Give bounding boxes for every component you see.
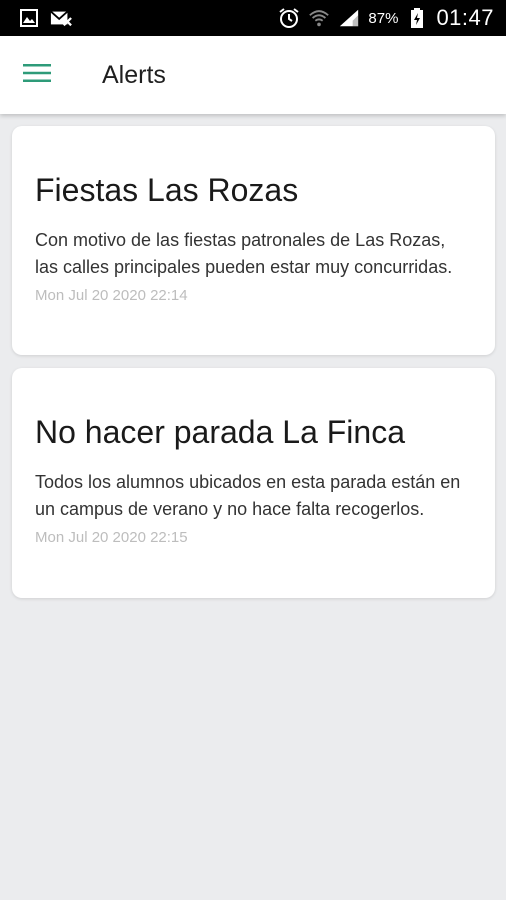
alert-body: Todos los alumnos ubicados en esta parad… <box>35 472 461 519</box>
alert-date: Mon Jul 20 2020 22:15 <box>35 529 188 546</box>
status-bar: 87% 01:47 <box>0 0 506 36</box>
mail-x-icon <box>50 7 72 29</box>
status-bar-right: 87% 01:47 <box>278 5 494 31</box>
alert-body: Con motivo de las fiestas patronales de … <box>35 230 453 277</box>
hamburger-menu-icon <box>23 63 51 88</box>
alert-card[interactable]: No hacer parada La Finca Todos los alumn… <box>12 368 495 598</box>
battery-percent: 87% <box>368 9 399 27</box>
gallery-icon <box>18 7 40 29</box>
alert-title: No hacer parada La Finca <box>35 414 405 450</box>
wifi-icon <box>308 7 330 29</box>
alert-date: Mon Jul 20 2020 22:14 <box>35 287 188 304</box>
app-bar: Alerts <box>0 36 506 114</box>
alert-title: Fiestas Las Rozas <box>35 172 299 208</box>
hamburger-menu-button[interactable] <box>0 36 74 114</box>
alert-card[interactable]: Fiestas Las Rozas Con motivo de las fies… <box>12 126 495 355</box>
battery-icon <box>406 7 428 29</box>
status-time: 01:47 <box>436 5 494 30</box>
signal-icon <box>338 7 360 29</box>
status-bar-left <box>18 7 72 29</box>
page-title: Alerts <box>102 60 166 89</box>
alarm-icon <box>278 7 300 29</box>
